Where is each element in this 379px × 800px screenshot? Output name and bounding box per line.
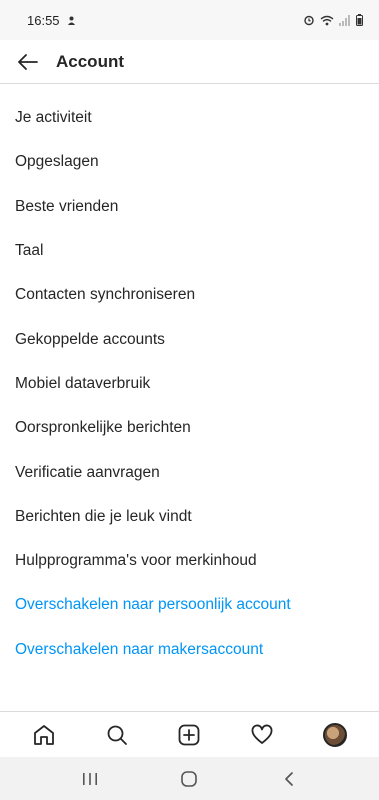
- wifi-icon: [320, 15, 334, 25]
- menu-item-linked-accounts[interactable]: Gekoppelde accounts: [0, 317, 379, 361]
- nav-profile-button[interactable]: [313, 713, 357, 757]
- menu-item-request-verification[interactable]: Verificatie aanvragen: [0, 450, 379, 494]
- back-chevron-icon: [285, 771, 293, 786]
- menu-item-activity[interactable]: Je activiteit: [0, 96, 379, 140]
- menu-item-saved[interactable]: Opgeslagen: [0, 140, 379, 184]
- signal-icon: [339, 14, 350, 26]
- account-menu: Je activiteit Opgeslagen Beste vrienden …: [0, 96, 379, 672]
- system-home-button[interactable]: [167, 759, 211, 799]
- bottom-navigation: [0, 711, 379, 757]
- status-time: 16:55: [27, 12, 60, 28]
- page-title: Account: [56, 51, 124, 71]
- nav-home-button[interactable]: [22, 713, 66, 757]
- menu-item-liked-posts[interactable]: Berichten die je leuk vindt: [0, 495, 379, 539]
- home-icon: [34, 724, 55, 745]
- system-navigation-bar: [0, 757, 379, 800]
- nav-activity-button[interactable]: [240, 713, 284, 757]
- new-post-icon: [179, 724, 200, 745]
- arrow-left-icon: [18, 53, 38, 70]
- nav-new-post-button[interactable]: [167, 713, 211, 757]
- battery-icon: [356, 14, 363, 26]
- home-circle-icon: [181, 770, 198, 787]
- menu-item-branded-content-tools[interactable]: Hulpprogramma's voor merkinhoud: [0, 539, 379, 583]
- system-back-button[interactable]: [267, 759, 311, 799]
- menu-item-sync-contacts[interactable]: Contacten synchroniseren: [0, 273, 379, 317]
- alarm-icon: [304, 15, 314, 26]
- menu-item-original-posts[interactable]: Oorspronkelijke berichten: [0, 406, 379, 450]
- activity-heart-icon: [251, 724, 273, 744]
- search-icon: [107, 725, 127, 745]
- status-right: [303, 14, 363, 26]
- recent-apps-icon: [82, 772, 97, 785]
- status-bar: 16:55: [0, 0, 379, 40]
- recent-apps-button[interactable]: [68, 759, 112, 799]
- status-left: 16:55: [27, 13, 77, 28]
- back-button[interactable]: [6, 40, 50, 84]
- notification-icon: [67, 16, 75, 25]
- menu-item-data-usage[interactable]: Mobiel dataverbruik: [0, 362, 379, 406]
- menu-item-close-friends[interactable]: Beste vrienden: [0, 185, 379, 229]
- profile-avatar: [322, 722, 347, 747]
- app-header: Account: [0, 40, 379, 84]
- switch-to-personal-link[interactable]: Overschakelen naar persoonlijk account: [0, 583, 379, 627]
- menu-item-language[interactable]: Taal: [0, 229, 379, 273]
- switch-to-creator-link[interactable]: Overschakelen naar makersaccount: [0, 628, 379, 672]
- nav-search-button[interactable]: [95, 713, 139, 757]
